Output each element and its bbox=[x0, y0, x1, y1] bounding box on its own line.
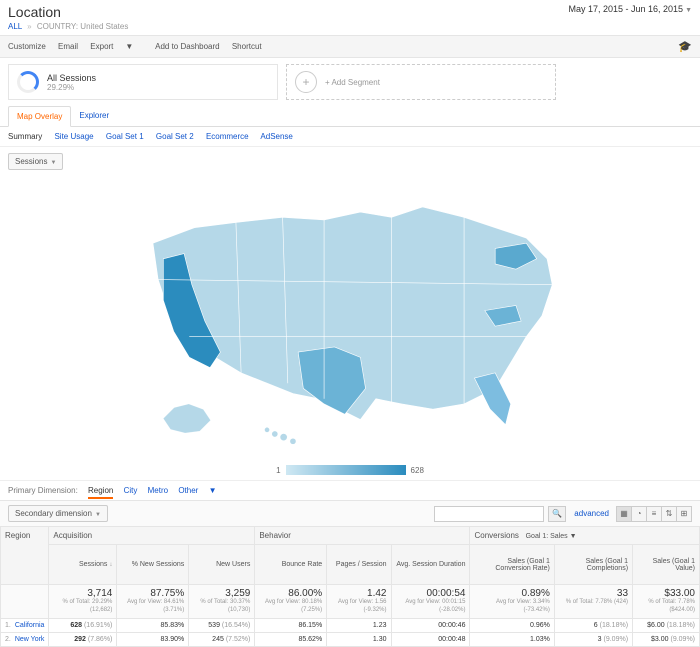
subtab-ecommerce[interactable]: Ecommerce bbox=[206, 132, 249, 141]
donut-icon bbox=[17, 71, 39, 93]
col-region[interactable]: Region bbox=[1, 527, 49, 585]
data-table: Region Acquisition Behavior Conversions … bbox=[0, 526, 700, 647]
plus-icon: + bbox=[295, 71, 317, 93]
date-range[interactable]: May 17, 2015 - Jun 16, 2015▼ bbox=[568, 4, 692, 14]
breadcrumb-all[interactable]: ALL bbox=[8, 22, 22, 31]
search-button[interactable]: 🔍 bbox=[548, 506, 566, 522]
segment-all-sessions[interactable]: All Sessions 29.29% bbox=[8, 64, 278, 100]
summary-row: 3,714% of Total: 29.29% (12,682) 87.75%A… bbox=[1, 585, 700, 619]
add-dashboard-link[interactable]: Add to Dashboard bbox=[155, 42, 220, 51]
col-sessions[interactable]: Sessions↓ bbox=[49, 545, 117, 585]
colgroup-behavior: Behavior bbox=[255, 527, 470, 545]
table-row[interactable]: 2.New York 292 (7.86%) 83.90% 245 (7.52%… bbox=[1, 632, 700, 646]
col-duration[interactable]: Avg. Session Duration bbox=[391, 545, 470, 585]
state-florida[interactable] bbox=[474, 373, 510, 425]
subtab-adsense[interactable]: AdSense bbox=[260, 132, 292, 141]
view-table-icon[interactable]: ▦ bbox=[616, 506, 632, 522]
advanced-link[interactable]: advanced bbox=[574, 509, 609, 518]
dim-metro[interactable]: Metro bbox=[148, 486, 168, 495]
us-map[interactable] bbox=[100, 181, 600, 461]
secondary-dimension[interactable]: Secondary dimension▼ bbox=[8, 505, 108, 522]
customize-link[interactable]: Customize bbox=[8, 42, 46, 51]
view-pie-icon[interactable]: ◔ bbox=[631, 506, 647, 522]
breadcrumb: ALL » COUNTRY: United States bbox=[0, 22, 700, 35]
metric-selector[interactable]: Sessions▼ bbox=[8, 153, 63, 170]
table-row[interactable]: 1.California 628 (16.91%) 85.83% 539 (16… bbox=[1, 618, 700, 632]
dim-region[interactable]: Region bbox=[88, 486, 113, 499]
export-menu[interactable]: Export▼ bbox=[90, 42, 143, 51]
col-pages[interactable]: Pages / Session bbox=[327, 545, 391, 585]
breadcrumb-country: United States bbox=[80, 22, 128, 31]
tab-map-overlay[interactable]: Map Overlay bbox=[8, 106, 71, 127]
col-completions[interactable]: Sales (Goal 1 Completions) bbox=[554, 545, 632, 585]
email-link[interactable]: Email bbox=[58, 42, 78, 51]
view-pivot-icon[interactable]: ⊞ bbox=[676, 506, 692, 522]
dim-other[interactable]: Other ▼ bbox=[178, 486, 224, 495]
col-new-users[interactable]: New Users bbox=[189, 545, 255, 585]
page-title: Location bbox=[8, 4, 61, 20]
view-bar-icon[interactable]: ≡ bbox=[646, 506, 662, 522]
search-input[interactable] bbox=[434, 506, 544, 522]
subtab-goal2[interactable]: Goal Set 2 bbox=[156, 132, 194, 141]
subtab-site-usage[interactable]: Site Usage bbox=[54, 132, 93, 141]
colgroup-conversions: Conversions Goal 1: Sales ▼ bbox=[470, 527, 700, 545]
shortcut-link[interactable]: Shortcut bbox=[232, 42, 262, 51]
conversions-selector[interactable]: Goal 1: Sales ▼ bbox=[526, 533, 577, 540]
col-new-sessions[interactable]: % New Sessions bbox=[117, 545, 189, 585]
subtab-goal1[interactable]: Goal Set 1 bbox=[106, 132, 144, 141]
subtab-summary[interactable]: Summary bbox=[8, 132, 42, 141]
primary-dimension-label: Primary Dimension: bbox=[8, 486, 78, 495]
view-comparison-icon[interactable]: ⇅ bbox=[661, 506, 677, 522]
colgroup-acquisition: Acquisition bbox=[49, 527, 255, 545]
add-segment[interactable]: + + Add Segment bbox=[286, 64, 556, 100]
tab-explorer[interactable]: Explorer bbox=[71, 106, 117, 126]
dim-city[interactable]: City bbox=[124, 486, 138, 495]
col-conv-rate[interactable]: Sales (Goal 1 Conversion Rate) bbox=[470, 545, 554, 585]
region-link[interactable]: California bbox=[15, 622, 45, 629]
graduation-cap-icon[interactable]: 🎓 bbox=[678, 40, 692, 53]
col-bounce[interactable]: Bounce Rate bbox=[255, 545, 327, 585]
map-legend: 1 628 bbox=[0, 465, 700, 475]
col-value[interactable]: Sales (Goal 1 Value) bbox=[633, 545, 700, 585]
